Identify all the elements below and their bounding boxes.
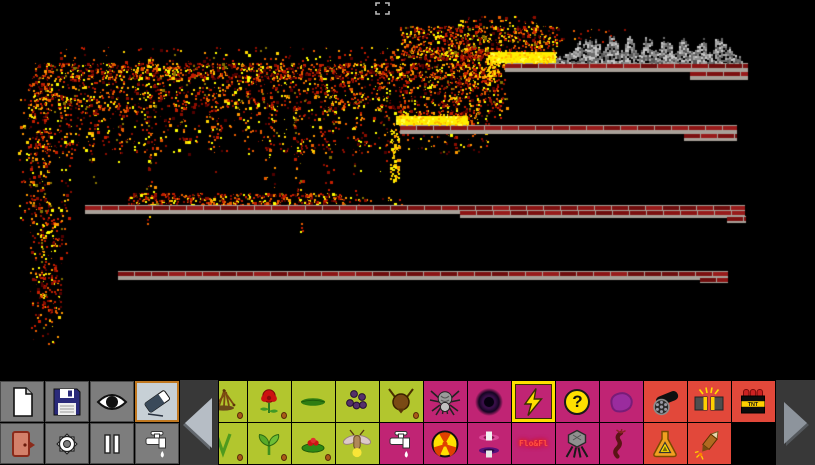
new-file-icon (6, 386, 38, 418)
element-tile-rocket[interactable] (688, 423, 731, 464)
element-column: TNT (732, 381, 775, 465)
radiation-icon (429, 428, 461, 460)
scroll-left-button[interactable] (180, 380, 218, 465)
seed-dot (237, 454, 243, 461)
save-button[interactable] (45, 381, 89, 422)
spark-gap-icon (693, 386, 725, 418)
element-tile-worm[interactable] (600, 423, 643, 464)
toolbar: Flo&Fl? TNT (0, 380, 815, 465)
seed-dot (281, 454, 287, 461)
leaf-icon (297, 386, 329, 418)
save-icon (51, 386, 83, 418)
lightning-icon (517, 386, 549, 418)
settings-icon (51, 428, 83, 460)
element-column (292, 381, 335, 465)
element-column: ? (556, 381, 599, 465)
rocket-icon (693, 428, 725, 460)
element-tile-spider[interactable] (424, 381, 467, 422)
element-tile-cannon[interactable] (644, 381, 687, 422)
berries-icon (341, 386, 373, 418)
element-column (600, 381, 643, 465)
fullscreen-icon[interactable] (375, 2, 390, 15)
worm-icon (605, 428, 637, 460)
spider-icon (429, 386, 461, 418)
seed-dot (237, 412, 243, 419)
settings-button[interactable] (45, 423, 89, 464)
exit-door-icon (6, 428, 38, 460)
app-root: { "window": {"width": 815, "height": 465… (0, 0, 815, 465)
seed-dot (325, 454, 331, 461)
element-tile-leaf[interactable] (292, 381, 335, 422)
element-tile-question[interactable]: ? (556, 381, 599, 422)
element-tile-lightning[interactable] (512, 381, 555, 422)
scroll-right-button[interactable] (776, 380, 815, 465)
element-column (336, 381, 379, 465)
element-tile-dead-grass[interactable] (219, 381, 247, 422)
seed-dot (281, 412, 287, 419)
element-column (468, 381, 511, 465)
element-column (644, 381, 687, 465)
eye-icon (96, 386, 128, 418)
tnt-icon: TNT (737, 386, 769, 418)
element-tile-empty (732, 423, 775, 464)
new-file-button[interactable] (0, 381, 44, 422)
element-column (219, 381, 247, 465)
svg-text:TNT: TNT (748, 401, 759, 407)
fullscreen-corners (375, 2, 390, 15)
black-hole-icon (473, 386, 505, 418)
element-column (380, 381, 423, 465)
element-tile-bug[interactable] (380, 381, 423, 422)
chevron-right-icon (784, 402, 807, 444)
exit-door-button[interactable] (0, 423, 44, 464)
element-tile-teleport[interactable] (468, 423, 511, 464)
element-tile-flask[interactable] (644, 423, 687, 464)
element-tile-firefly[interactable] (336, 423, 379, 464)
chevron-left-icon (185, 398, 212, 448)
element-tile-berries[interactable] (336, 381, 379, 422)
element-tile-flower[interactable] (248, 381, 291, 422)
pause-button[interactable] (90, 423, 134, 464)
pause-icon (96, 428, 128, 460)
element-tile-alien[interactable] (556, 423, 599, 464)
element-column: Flo&Fl (512, 381, 555, 465)
element-column (424, 381, 467, 465)
element-tile-radiation[interactable] (424, 423, 467, 464)
gel-icon (605, 386, 637, 418)
element-column (688, 381, 731, 465)
teleport-icon (473, 428, 505, 460)
seed-dot (413, 412, 419, 419)
element-tile-gel[interactable] (600, 381, 643, 422)
cannon-icon (649, 386, 681, 418)
element-columns: Flo&Fl? TNT (219, 380, 775, 465)
question-icon: ? (564, 389, 590, 415)
utility-buttons (0, 380, 179, 465)
firefly-icon (341, 428, 373, 460)
element-tile-vine[interactable] (219, 423, 247, 464)
element-tile-tnt[interactable]: TNT (732, 381, 775, 422)
alien-icon (561, 428, 593, 460)
element-tile-glow-text[interactable]: Flo&Fl (512, 423, 555, 464)
glow-text-icon: Flo&Fl (519, 439, 548, 448)
element-tile-sprout[interactable] (248, 423, 291, 464)
water-tap-button[interactable] (135, 423, 179, 464)
element-tile-water-tap[interactable] (380, 423, 423, 464)
eye-button[interactable] (90, 381, 134, 422)
water-tap-icon (141, 428, 173, 460)
element-column (248, 381, 291, 465)
eraser-button[interactable] (135, 381, 179, 422)
flask-icon (649, 428, 681, 460)
element-tile-spark-gap[interactable] (688, 381, 731, 422)
eraser-icon (141, 386, 173, 418)
water-tap-icon (385, 428, 417, 460)
element-tile-lilypad[interactable] (292, 423, 335, 464)
element-tile-black-hole[interactable] (468, 381, 511, 422)
simulation-canvas[interactable] (0, 0, 815, 380)
